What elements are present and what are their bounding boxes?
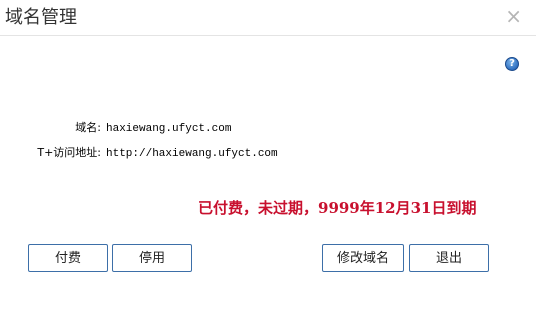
domain-label: 域名: [75,121,101,134]
subscription-status: 已付费，未过期，9999年12月31日到期 [198,199,477,217]
dialog-title: 域名管理 [5,7,77,28]
disable-button[interactable]: 停用 [112,244,192,272]
domain-management-dialog: 域名管理 × ? 域名: haxiewang.ufyct.com T+访问地址: h… [0,0,536,322]
help-icon[interactable]: ? [505,57,519,71]
close-icon[interactable]: × [505,5,522,27]
exit-button[interactable]: 退出 [409,244,489,272]
modify-domain-button[interactable]: 修改域名 [322,244,404,272]
access-url-row: T+访问地址: http://haxiewang.ufyct.com [32,146,278,161]
dialog-titlebar: 域名管理 × [0,0,536,36]
domain-row: 域名: haxiewang.ufyct.com [32,121,231,136]
domain-value: haxiewang.ufyct.com [106,123,232,135]
access-url-label: T+访问地址: [37,146,101,159]
pay-button[interactable]: 付费 [28,244,108,272]
access-url-value: http://haxiewang.ufyct.com [106,148,278,160]
